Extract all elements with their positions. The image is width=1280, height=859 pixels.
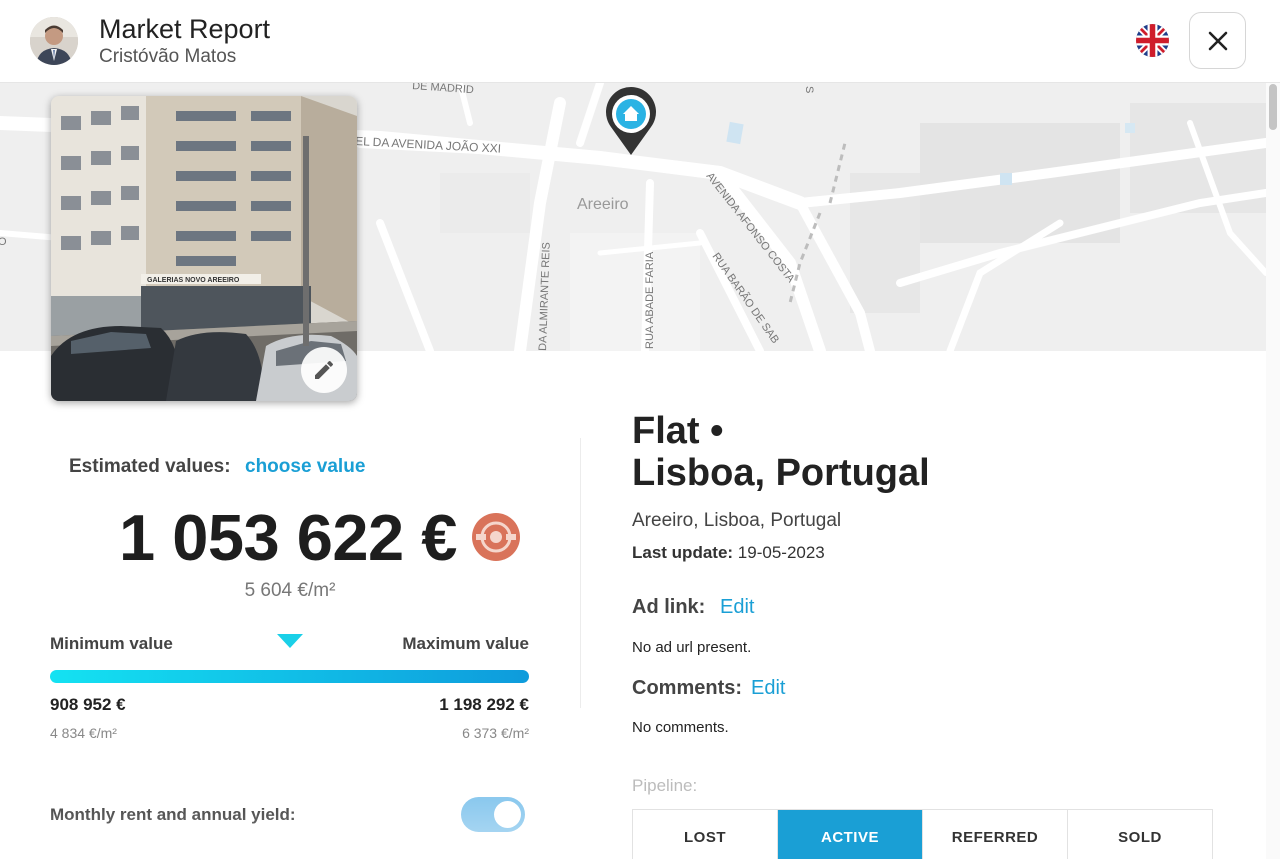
property-address: Areeiro, Lisboa, Portugal — [632, 510, 842, 531]
page-title: Market Report — [99, 14, 271, 44]
pencil-icon — [315, 361, 333, 379]
comments-label: Comments: — [632, 677, 743, 699]
scrollbar-thumb[interactable] — [1269, 84, 1277, 130]
minimum-per-sqm: 4 834 €/m² — [50, 725, 117, 741]
toggle-knob — [494, 801, 521, 828]
header: Market Report Cristóvão Matos — [0, 0, 1280, 83]
estimated-values-label: Estimated values: — [69, 456, 231, 477]
valuation-badge-icon[interactable] — [472, 513, 520, 561]
pipeline-sold-button[interactable]: SOLD — [1068, 810, 1212, 859]
close-icon — [1208, 31, 1227, 50]
comments-edit-button[interactable]: Edit — [751, 677, 785, 700]
uk-flag-icon[interactable] — [1136, 24, 1169, 57]
property-type: Flat • — [632, 410, 724, 452]
divider — [580, 438, 581, 708]
map-label-s: S — [803, 86, 815, 93]
agent-name: Cristóvão Matos — [99, 46, 237, 67]
last-update: Last update: 19-05-2023 — [632, 543, 825, 563]
ad-link-edit-button[interactable]: Edit — [720, 596, 754, 619]
value-range-bar — [50, 670, 529, 683]
pipeline-active-button[interactable]: ACTIVE — [778, 810, 923, 859]
property-title: Flat • Lisboa, Portugal — [632, 410, 930, 494]
rent-yield-toggle[interactable] — [461, 797, 525, 832]
choose-value-link[interactable]: choose value — [245, 456, 365, 478]
last-update-value: 19-05-2023 — [737, 543, 825, 562]
close-button[interactable] — [1189, 12, 1246, 69]
comments-text: No comments. — [632, 719, 729, 736]
rent-yield-label: Monthly rent and annual yield: — [50, 805, 296, 824]
scrollbar[interactable] — [1266, 83, 1280, 859]
storefront-sign: GALERIAS NOVO AREEIRO — [147, 277, 240, 284]
pipeline-referred-button[interactable]: REFERRED — [923, 810, 1068, 859]
estimated-value: 1 053 622 € — [119, 501, 457, 574]
last-update-label: Last update: — [632, 543, 734, 562]
map-label-areeiro: Areeiro — [577, 196, 629, 213]
ad-link-text: No ad url present. — [632, 639, 752, 656]
maximum-per-sqm: 6 373 €/m² — [462, 725, 529, 741]
property-location: Lisboa, Portugal — [632, 452, 930, 494]
range-marker-icon — [277, 634, 303, 648]
maximum-value: 1 198 292 € — [439, 695, 529, 714]
map-label-abade-faria: RUA ABADE FARIA — [644, 251, 656, 349]
minimum-value-label: Minimum value — [50, 634, 173, 653]
ad-link-label: Ad link: — [632, 596, 706, 618]
pipeline-label: Pipeline: — [632, 776, 698, 795]
edit-photo-button[interactable] — [301, 347, 347, 393]
value-per-sqm: 5 604 €/m² — [244, 580, 336, 601]
pipeline-lost-button[interactable]: LOST — [633, 810, 778, 859]
avatar — [30, 17, 78, 65]
map-label-o: O — [0, 236, 7, 248]
minimum-value: 908 952 € — [50, 695, 126, 714]
pipeline-selector: LOST ACTIVE REFERRED SOLD — [632, 809, 1213, 859]
maximum-value-label: Maximum value — [402, 634, 529, 653]
